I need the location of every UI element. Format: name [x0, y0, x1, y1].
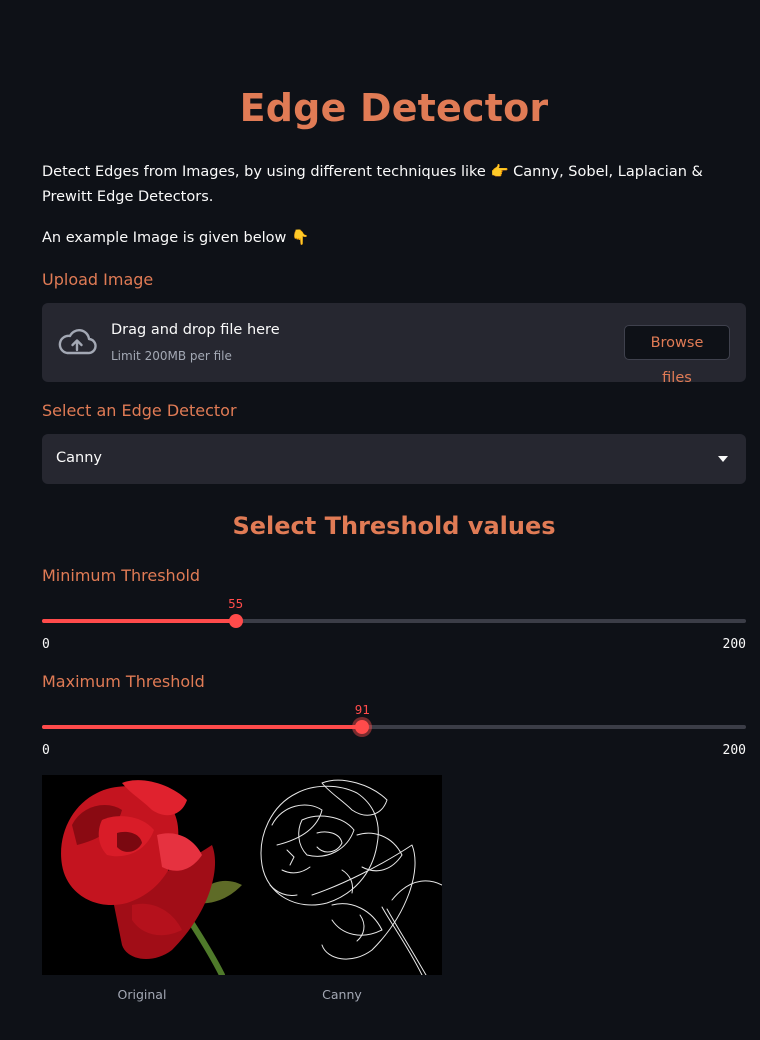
chevron-down-icon	[718, 456, 728, 462]
threshold-heading: Select Threshold values	[232, 512, 556, 540]
slider-value: 91	[354, 702, 370, 717]
browse-files-button[interactable]: Browse files	[624, 325, 730, 386]
max-threshold-label: Maximum Threshold	[42, 672, 205, 691]
canny-caption: Canny	[322, 987, 362, 1002]
edge-detector-select[interactable]: Canny	[42, 434, 746, 484]
min-threshold-label: Minimum Threshold	[42, 566, 201, 585]
original-image	[42, 775, 242, 975]
slider-value: 55	[228, 596, 244, 611]
min-threshold-slider[interactable]: 55 0 200	[42, 596, 746, 652]
slider-min-label: 0	[42, 743, 50, 758]
upload-label: Upload Image	[42, 270, 154, 289]
slider-thumb[interactable]	[355, 720, 370, 734]
slider-fill	[42, 725, 363, 729]
file-size-limit: Limit 200MB per file	[111, 349, 232, 363]
app-page: Edge Detector Detect Edges from Images, …	[0, 0, 760, 1040]
selected-detector: Canny	[56, 450, 102, 466]
slider-min-label: 0	[42, 637, 50, 652]
slider-max-label: 200	[722, 743, 746, 758]
max-threshold-slider[interactable]: 91 0 200	[42, 702, 746, 758]
file-dropzone[interactable]: Drag and drop file here Limit 200MB per …	[42, 303, 746, 386]
description-text: Detect Edges from Images, by using diffe…	[42, 164, 703, 205]
original-caption: Original	[117, 987, 167, 1002]
drop-instructions: Drag and drop file here	[111, 322, 280, 338]
slider-fill	[42, 619, 236, 623]
detector-label: Select an Edge Detector	[42, 401, 237, 420]
canny-image	[242, 775, 442, 975]
slider-thumb[interactable]	[228, 614, 243, 628]
example-text: An example Image is given below 👇	[42, 230, 310, 246]
canny-edges	[242, 775, 442, 975]
cloud-upload-icon	[58, 329, 97, 355]
page-title: Edge Detector	[239, 86, 549, 130]
rose-photo	[42, 775, 242, 975]
slider-max-label: 200	[722, 637, 746, 652]
